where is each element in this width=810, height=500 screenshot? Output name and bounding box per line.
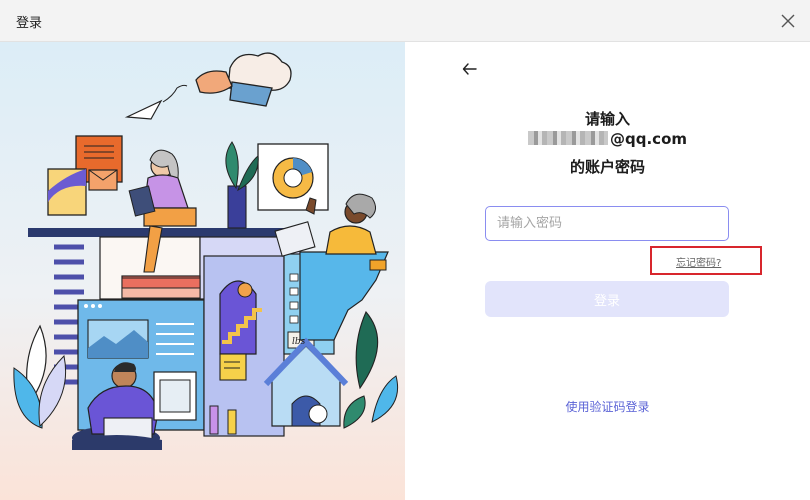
heading-line-3: 的账户密码	[569, 158, 645, 176]
title-bar: 登录	[0, 0, 810, 42]
back-arrow-icon[interactable]	[461, 60, 479, 78]
sign-text: lbs	[292, 337, 306, 347]
heading-line-1: 请输入	[584, 110, 630, 128]
close-icon[interactable]	[776, 9, 800, 33]
illustration-artwork: lbs	[13, 52, 398, 450]
password-input[interactable]	[485, 206, 729, 241]
window-title: 登录	[16, 16, 43, 31]
email-domain: @qq.com	[610, 130, 687, 148]
login-button[interactable]: 登录	[485, 281, 729, 317]
login-panel: 请输入 @qq.com 的账户密码 忘记密码? 登录 使用验证码登录	[405, 42, 810, 500]
heading-email: @qq.com	[405, 130, 810, 148]
sms-code-login-link[interactable]: 使用验证码登录	[405, 398, 810, 415]
forgot-password-link[interactable]: 忘记密码?	[676, 254, 721, 269]
masked-email-prefix	[528, 131, 608, 145]
login-illustration: lbs	[0, 42, 405, 500]
